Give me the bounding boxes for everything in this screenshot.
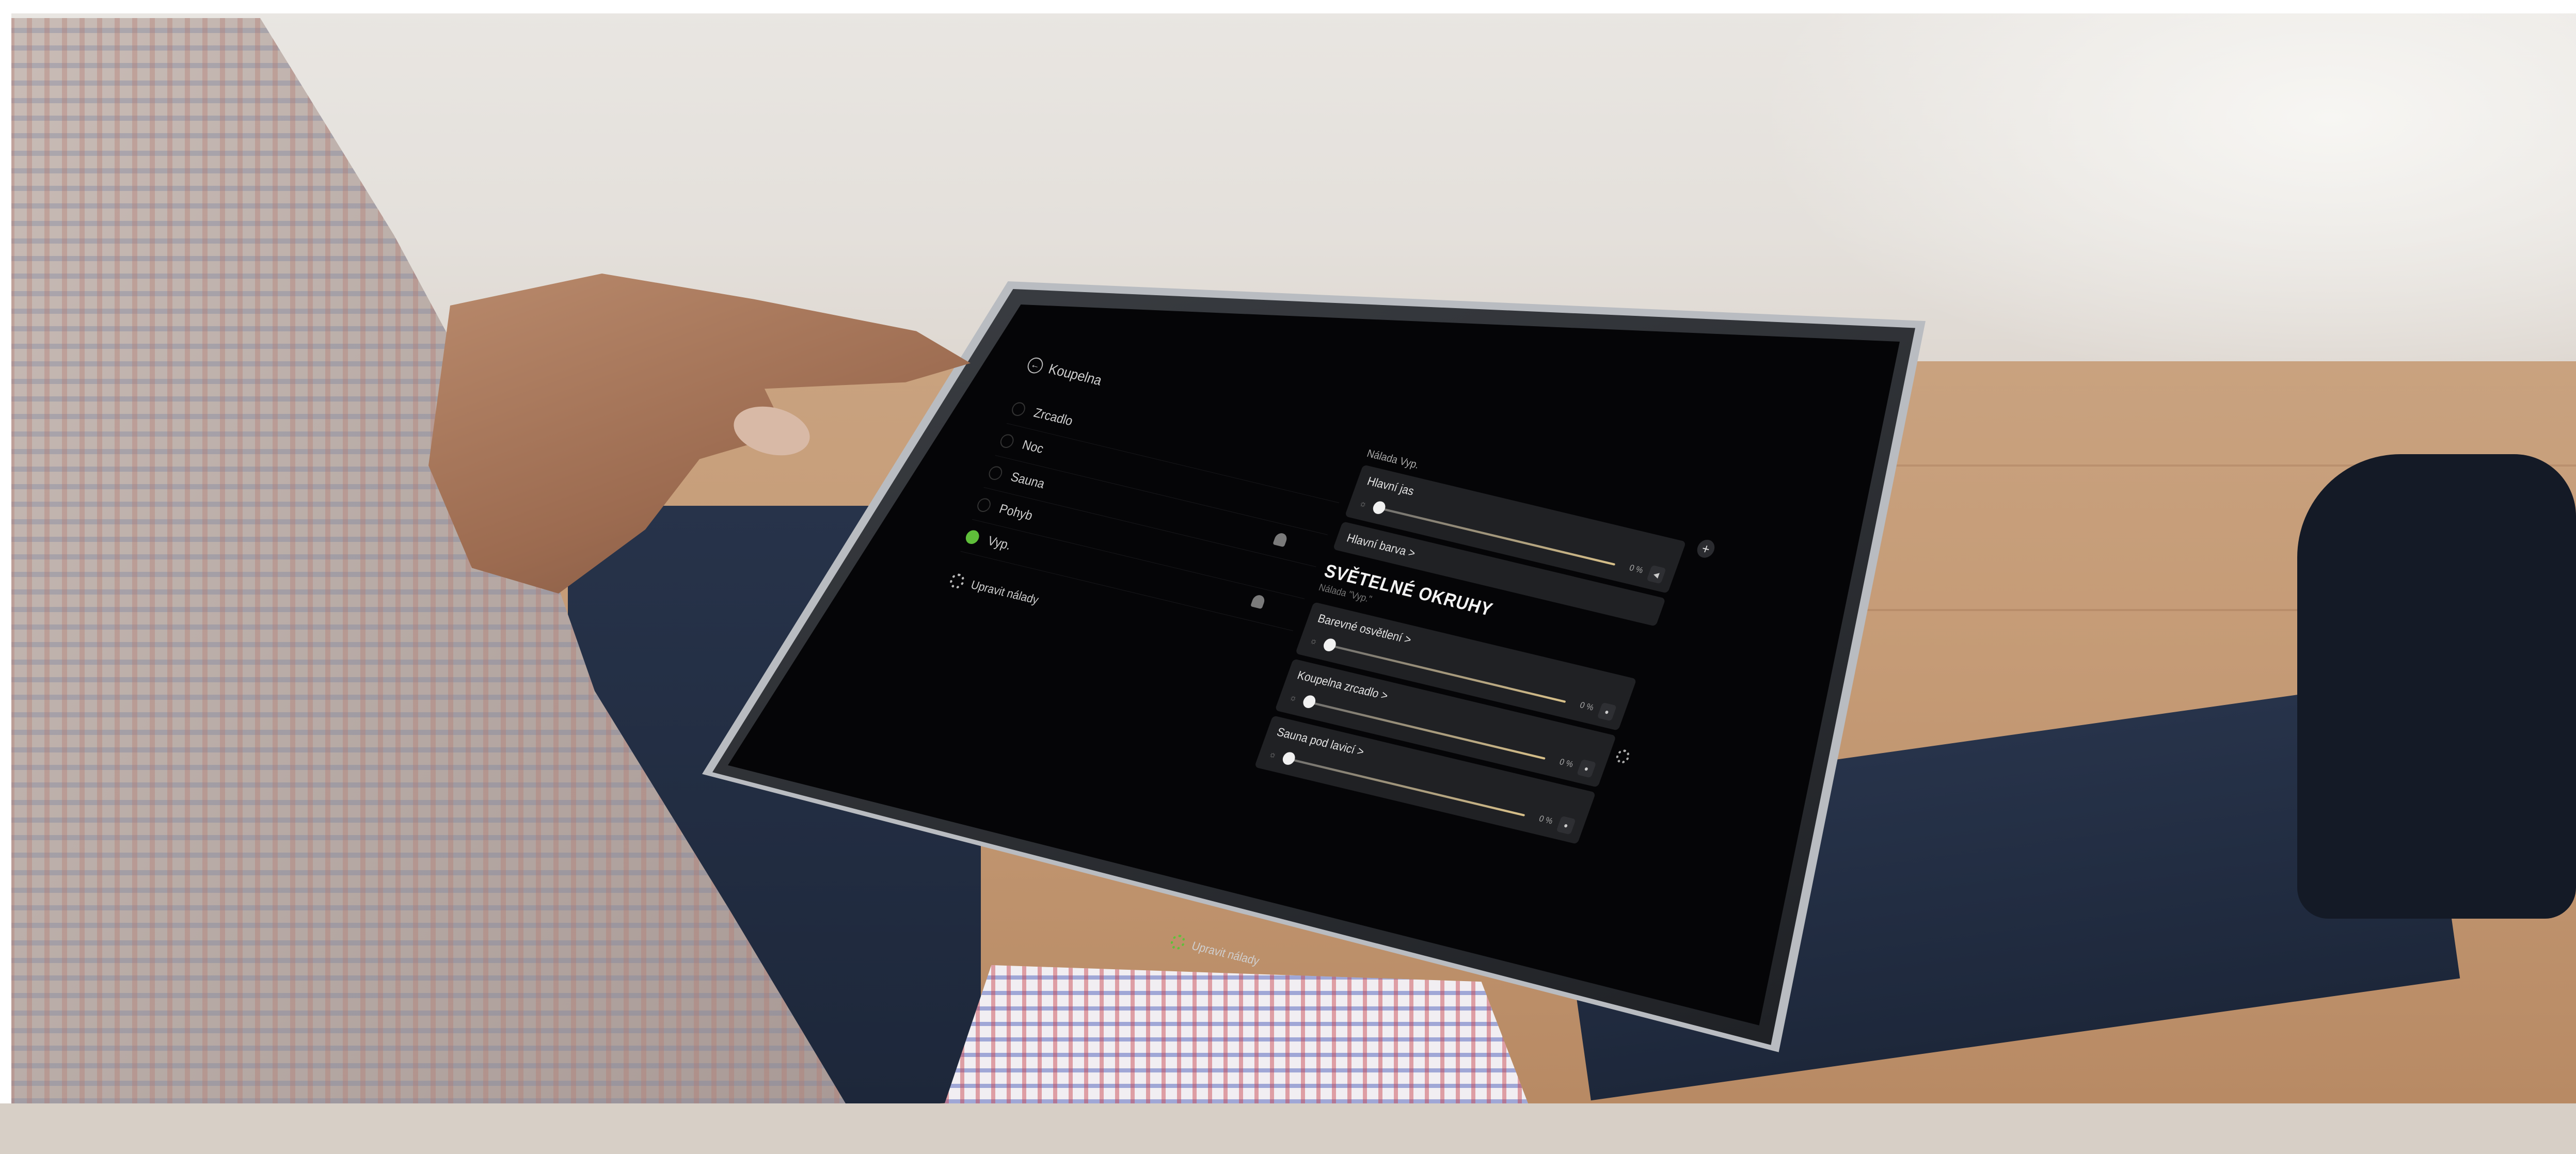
- circuit-value: 0 %: [1537, 814, 1554, 826]
- image-border-left: [0, 0, 11, 1103]
- plus-icon[interactable]: +: [1694, 538, 1718, 559]
- toggle-icon[interactable]: ◀: [1646, 565, 1666, 584]
- mood-label: Noc: [1020, 437, 1046, 456]
- mood-label: Vyp.: [985, 533, 1013, 553]
- gear-icon: [1168, 933, 1187, 951]
- image-border-top: [0, 0, 2576, 13]
- slider-knob[interactable]: [1281, 750, 1297, 766]
- sun-icon: ☼: [1267, 749, 1278, 760]
- power-icon[interactable]: ●: [1577, 759, 1597, 778]
- back-label: Koupelna: [1046, 360, 1104, 389]
- circuit-value: 0 %: [1578, 700, 1595, 713]
- radio-icon: [1010, 400, 1027, 418]
- circuit-value: 0 %: [1558, 757, 1575, 770]
- radio-checked-icon: [964, 528, 981, 546]
- mood-label: Zrcadlo: [1031, 405, 1075, 429]
- edit-moods-link-bottom[interactable]: Upravit nálady: [1168, 933, 1262, 969]
- slider-knob[interactable]: [1371, 500, 1387, 516]
- radio-icon: [998, 432, 1016, 450]
- sun-icon: ☼: [1358, 499, 1369, 509]
- gear-icon: [948, 572, 966, 590]
- edit-moods-link[interactable]: Upravit nálady: [948, 572, 1041, 608]
- sun-icon: ☼: [1308, 636, 1319, 647]
- radio-icon: [987, 464, 1005, 482]
- back-arrow-icon: ←: [1025, 356, 1045, 375]
- mood-label: Pohyb: [997, 501, 1035, 523]
- slider-knob[interactable]: [1301, 694, 1317, 710]
- foot: [2297, 454, 2576, 919]
- sun-icon: ☼: [1288, 693, 1298, 703]
- power-icon[interactable]: ●: [1597, 702, 1617, 722]
- slider-knob[interactable]: [1322, 637, 1338, 653]
- edit-moods-label: Upravit nálady: [1189, 939, 1262, 968]
- back-button[interactable]: ← Koupelna: [1025, 356, 1104, 389]
- radio-icon: [975, 496, 993, 514]
- gear-icon[interactable]: [1614, 748, 1632, 765]
- mood-label: Sauna: [1009, 469, 1047, 491]
- power-icon[interactable]: ●: [1556, 815, 1576, 835]
- shirt-cuff: [945, 965, 1528, 1103]
- main-brightness-value: 0 %: [1628, 563, 1645, 575]
- edit-moods-label: Upravit nálady: [969, 578, 1041, 607]
